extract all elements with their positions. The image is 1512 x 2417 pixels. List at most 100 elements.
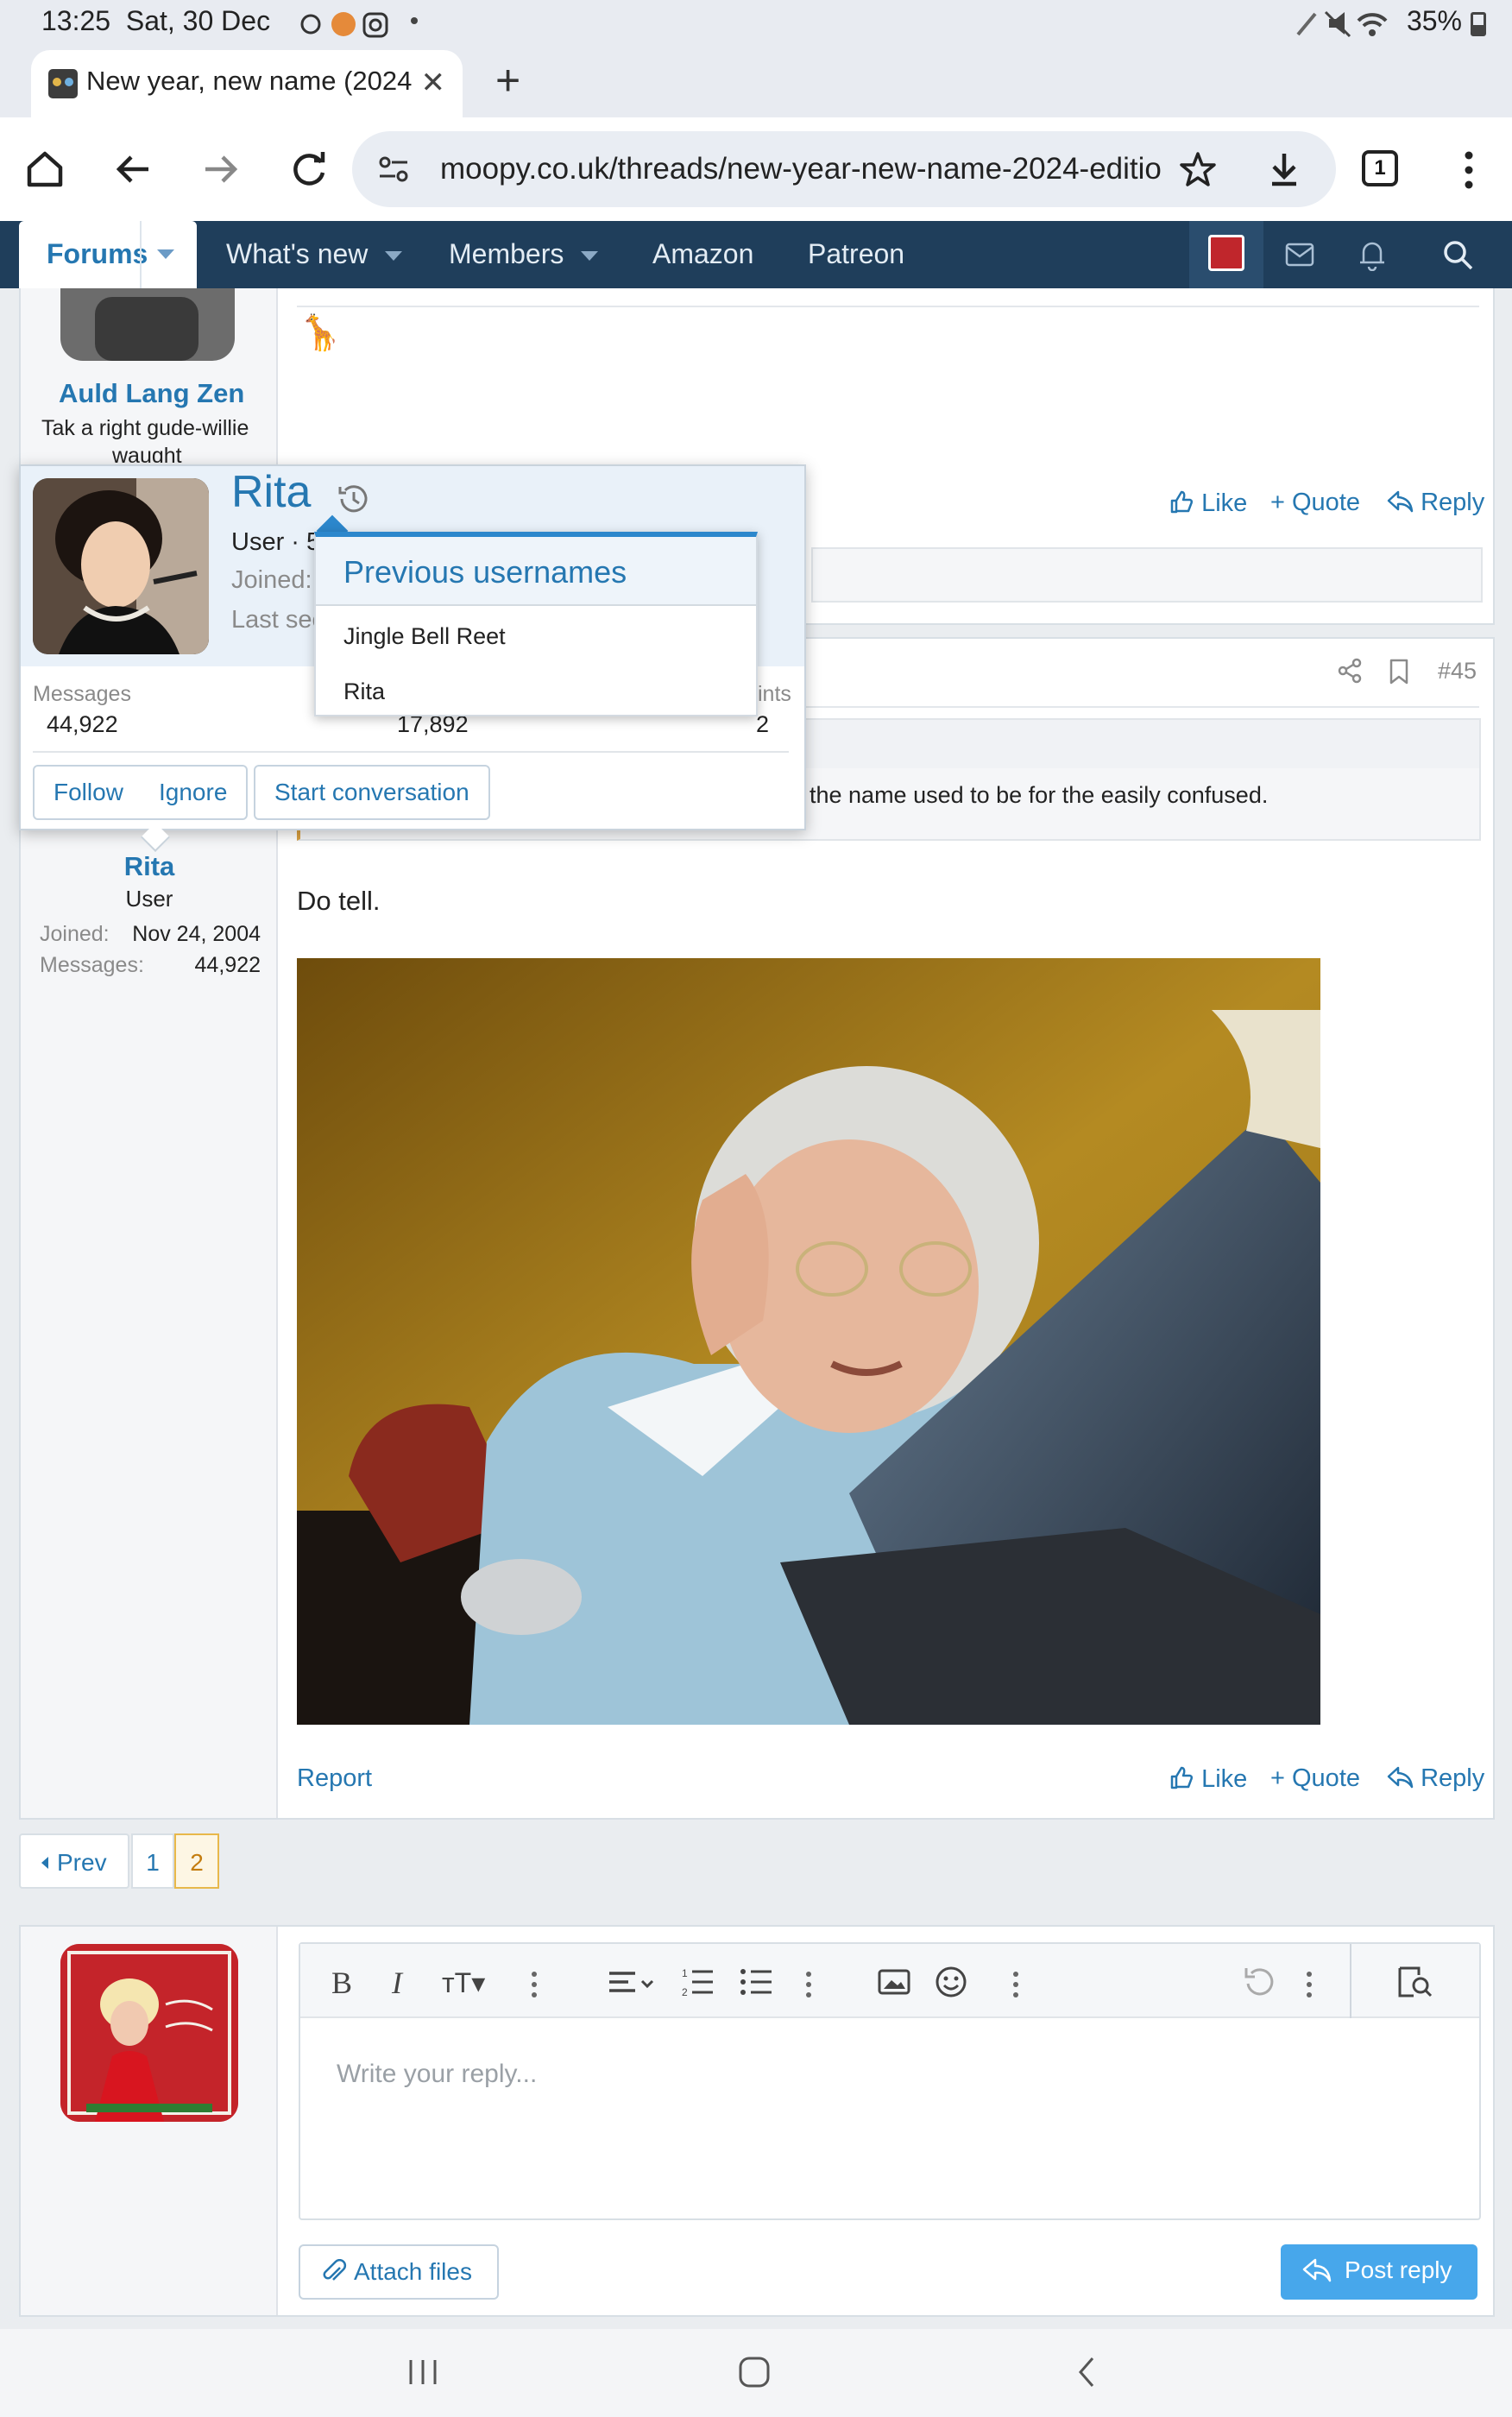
bookmark-icon[interactable]	[1388, 658, 1410, 685]
reply-button[interactable]: Reply	[1386, 1764, 1484, 1793]
browser-toolbar: moopy.co.uk/threads/new-year-new-name-20…	[0, 117, 1512, 221]
page-2-current[interactable]: 2	[174, 1833, 219, 1889]
reply-arrow-icon	[1387, 1766, 1414, 1789]
prev-page-button[interactable]: Prev	[19, 1833, 129, 1889]
member-name[interactable]: Rita	[231, 466, 311, 518]
nav-forums-tab[interactable]: Forums	[19, 221, 197, 288]
bookmark-star-icon[interactable]	[1179, 150, 1217, 188]
nav-members[interactable]: Members	[449, 238, 599, 270]
more-notifications-dot	[411, 17, 418, 24]
ignore-button[interactable]: Ignore	[140, 765, 249, 820]
system-navigation-bar	[0, 2329, 1512, 2417]
insert-image-icon[interactable]	[877, 1966, 911, 1997]
messages-value: 44,922	[194, 953, 261, 977]
italic-icon[interactable]: I	[392, 1965, 402, 2001]
messages-label: Messages	[33, 682, 131, 706]
reply-button[interactable]: Reply	[1386, 489, 1484, 517]
user-avatar-nav[interactable]	[1189, 221, 1263, 288]
site-favicon	[48, 69, 78, 98]
history-icon[interactable]	[335, 480, 373, 518]
more-options-icon[interactable]	[1303, 1970, 1315, 1999]
text-size-icon[interactable]: тТ▾	[442, 1966, 485, 1999]
browser-menu-icon[interactable]	[1458, 150, 1479, 190]
thumbs-up-icon	[1170, 1766, 1194, 1789]
download-icon[interactable]	[1265, 150, 1303, 188]
bold-icon[interactable]: B	[331, 1965, 352, 2001]
editor-box[interactable]: B I тТ▾ 12 Write your reply...	[299, 1942, 1481, 2220]
reply-arrow-icon	[1387, 490, 1414, 513]
emoji-icon[interactable]	[934, 1965, 968, 1999]
nav-whats-new[interactable]: What's new	[226, 238, 403, 270]
reply-placeholder[interactable]: Write your reply...	[337, 2060, 537, 2089]
more-options-icon[interactable]	[1010, 1970, 1022, 1999]
chevron-down-icon	[385, 251, 403, 262]
recent-apps-icon[interactable]	[406, 2357, 440, 2388]
messages-value: 44,922	[47, 711, 118, 737]
ordered-list-icon[interactable]: 12	[680, 1965, 715, 1999]
post-reply-button[interactable]: Post reply	[1281, 2244, 1477, 2300]
author-name[interactable]: Auld Lang Zen	[59, 378, 244, 409]
alerts-bell-icon[interactable]	[1358, 238, 1386, 271]
new-tab-icon[interactable]: +	[495, 55, 520, 105]
preview-icon[interactable]	[1396, 1965, 1434, 1999]
battery-icon	[1471, 12, 1486, 36]
reactions-bar	[811, 547, 1483, 603]
battery-level: 35%	[1406, 5, 1462, 36]
home-icon[interactable]	[19, 143, 71, 195]
tab-switcher-button[interactable]: 1	[1362, 150, 1398, 186]
start-conversation-button[interactable]: Start conversation	[254, 765, 490, 820]
points-value: 2	[756, 711, 770, 737]
member-avatar[interactable]	[33, 478, 209, 654]
like-button[interactable]: Like	[1169, 1764, 1247, 1794]
reply-form: B I тТ▾ 12 Write your reply... Attach fi…	[19, 1925, 1495, 2317]
site-settings-icon[interactable]	[376, 152, 411, 186]
unordered-list-icon[interactable]	[739, 1965, 773, 1999]
back-icon[interactable]	[107, 143, 159, 195]
notification-icons	[300, 12, 388, 38]
search-icon[interactable]	[1441, 238, 1474, 271]
home-button-icon[interactable]	[737, 2355, 772, 2389]
reload-icon[interactable]	[283, 143, 335, 195]
inbox-icon[interactable]	[1284, 240, 1315, 269]
tab-close-icon[interactable]: ✕	[421, 66, 446, 100]
nav-amazon[interactable]: Amazon	[652, 238, 753, 270]
svg-text:1: 1	[682, 1967, 688, 1979]
more-options-icon[interactable]	[528, 1970, 540, 1999]
svg-text:2: 2	[682, 1986, 688, 1998]
browser-tab[interactable]: New year, new name (2024 e ✕	[31, 50, 463, 117]
giraffe-emoji: 🦒	[299, 314, 342, 352]
status-time: 13:25 Sat, 30 Dec	[41, 5, 271, 36]
author-title: Tak a right gude-willie	[41, 416, 249, 440]
quote-text: the name used to be for the easily confu…	[810, 782, 1269, 808]
quote-button[interactable]: + Quote	[1270, 1764, 1360, 1793]
like-button[interactable]: Like	[1169, 489, 1247, 518]
post-number[interactable]: #45	[1438, 658, 1477, 685]
avatar[interactable]	[60, 1944, 238, 2122]
share-icon[interactable]	[1338, 658, 1364, 684]
previous-username-item: Jingle Bell Reet	[343, 623, 506, 649]
post-image[interactable]	[297, 958, 1320, 1725]
nav-patreon[interactable]: Patreon	[808, 238, 904, 270]
post-body: Do tell.	[297, 886, 381, 916]
attach-files-button[interactable]: Attach files	[299, 2244, 499, 2300]
align-icon[interactable]	[606, 1966, 658, 2001]
author-name[interactable]: Rita	[21, 851, 278, 882]
avatar[interactable]	[60, 288, 235, 361]
tab-title: New year, new name (2024 e	[86, 66, 418, 96]
forward-icon[interactable]	[195, 143, 247, 195]
messages-label: Messages:	[40, 953, 144, 977]
undo-icon[interactable]	[1241, 1965, 1276, 1999]
chevron-left-icon	[41, 1857, 48, 1869]
chevron-down-icon[interactable]	[157, 249, 174, 259]
follow-button[interactable]: Follow	[33, 765, 144, 820]
joined-label: Joined:	[40, 922, 110, 946]
address-bar[interactable]: moopy.co.uk/threads/new-year-new-name-20…	[352, 131, 1336, 207]
reply-author	[21, 1927, 278, 2315]
more-options-icon[interactable]	[803, 1970, 815, 1999]
joined-value: Nov 24, 2004	[132, 922, 261, 946]
previous-usernames-header: Previous usernames	[316, 537, 756, 606]
back-button-icon[interactable]	[1074, 2355, 1099, 2389]
page-1-link[interactable]: 1	[131, 1833, 174, 1889]
report-link[interactable]: Report	[297, 1764, 372, 1793]
quote-button[interactable]: + Quote	[1270, 489, 1360, 517]
